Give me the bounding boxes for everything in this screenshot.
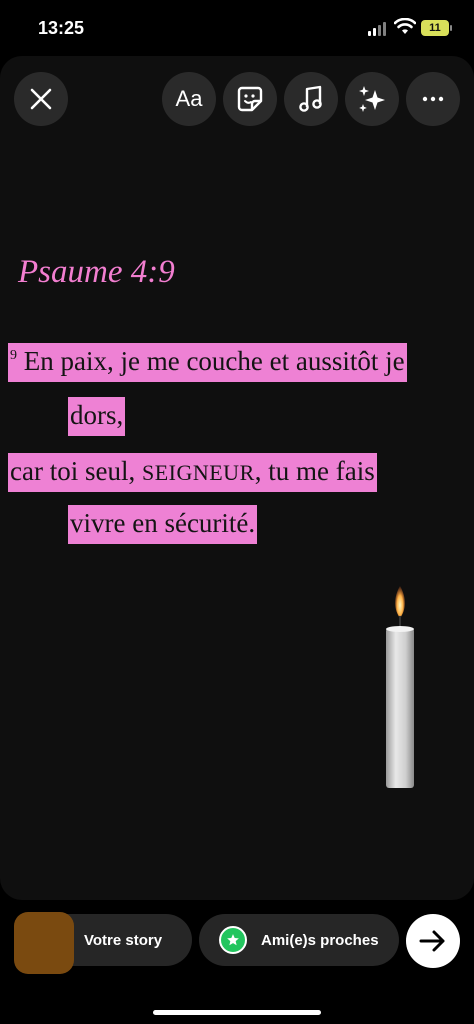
send-button[interactable]: [406, 914, 460, 968]
verse-number: 9: [10, 348, 17, 363]
arrow-right-icon: [419, 930, 445, 952]
text-tool-button[interactable]: Aa: [162, 72, 216, 126]
sparkles-icon: [359, 86, 385, 112]
lord-smallcaps: SEIGNEUR: [141, 460, 255, 485]
music-note-icon: [299, 85, 322, 112]
more-icon: [422, 96, 444, 102]
close-icon: [30, 88, 52, 110]
verse-text-2: dors,: [68, 397, 126, 436]
verse-line-4[interactable]: vivre en sécurité.: [68, 505, 258, 544]
sticker-button[interactable]: [223, 72, 277, 126]
close-button[interactable]: [14, 72, 68, 126]
battery-icon: 11: [421, 20, 452, 36]
close-friends-button[interactable]: Ami(e)s proches: [199, 914, 399, 966]
verse-text-3a: car toi seul,: [10, 456, 142, 486]
star-icon: [219, 926, 247, 954]
music-button[interactable]: [284, 72, 338, 126]
close-friends-label: Ami(e)s proches: [261, 931, 379, 949]
status-bar: 13:25 11: [0, 0, 474, 56]
scripture-reference[interactable]: Psaume 4:9: [18, 254, 175, 291]
your-story-label: Votre story: [84, 931, 163, 949]
effects-button[interactable]: [345, 72, 399, 126]
text-tool-label: Aa: [175, 86, 203, 111]
verse-line-3[interactable]: car toi seul, SEIGNEUR, tu me fais: [8, 453, 377, 492]
verse-text-1: En paix, je me couche et aussitôt je: [17, 346, 405, 376]
verse-text-3b: , tu me fais: [254, 456, 375, 486]
clock: 13:25: [38, 18, 85, 38]
wifi-icon: [394, 18, 416, 34]
cellular-signal-icon: [368, 22, 388, 36]
more-button[interactable]: [406, 72, 460, 126]
verse-line-2[interactable]: dors,: [68, 397, 126, 436]
sticker-icon: [237, 86, 263, 112]
verse-text-4: vivre en sécurité.: [68, 505, 258, 544]
verse-line-1[interactable]: 9 En paix, je me couche et aussitôt je: [8, 343, 407, 382]
home-indicator[interactable]: [153, 1010, 321, 1015]
candle-sticker[interactable]: [380, 584, 420, 790]
avatar: [14, 912, 74, 974]
